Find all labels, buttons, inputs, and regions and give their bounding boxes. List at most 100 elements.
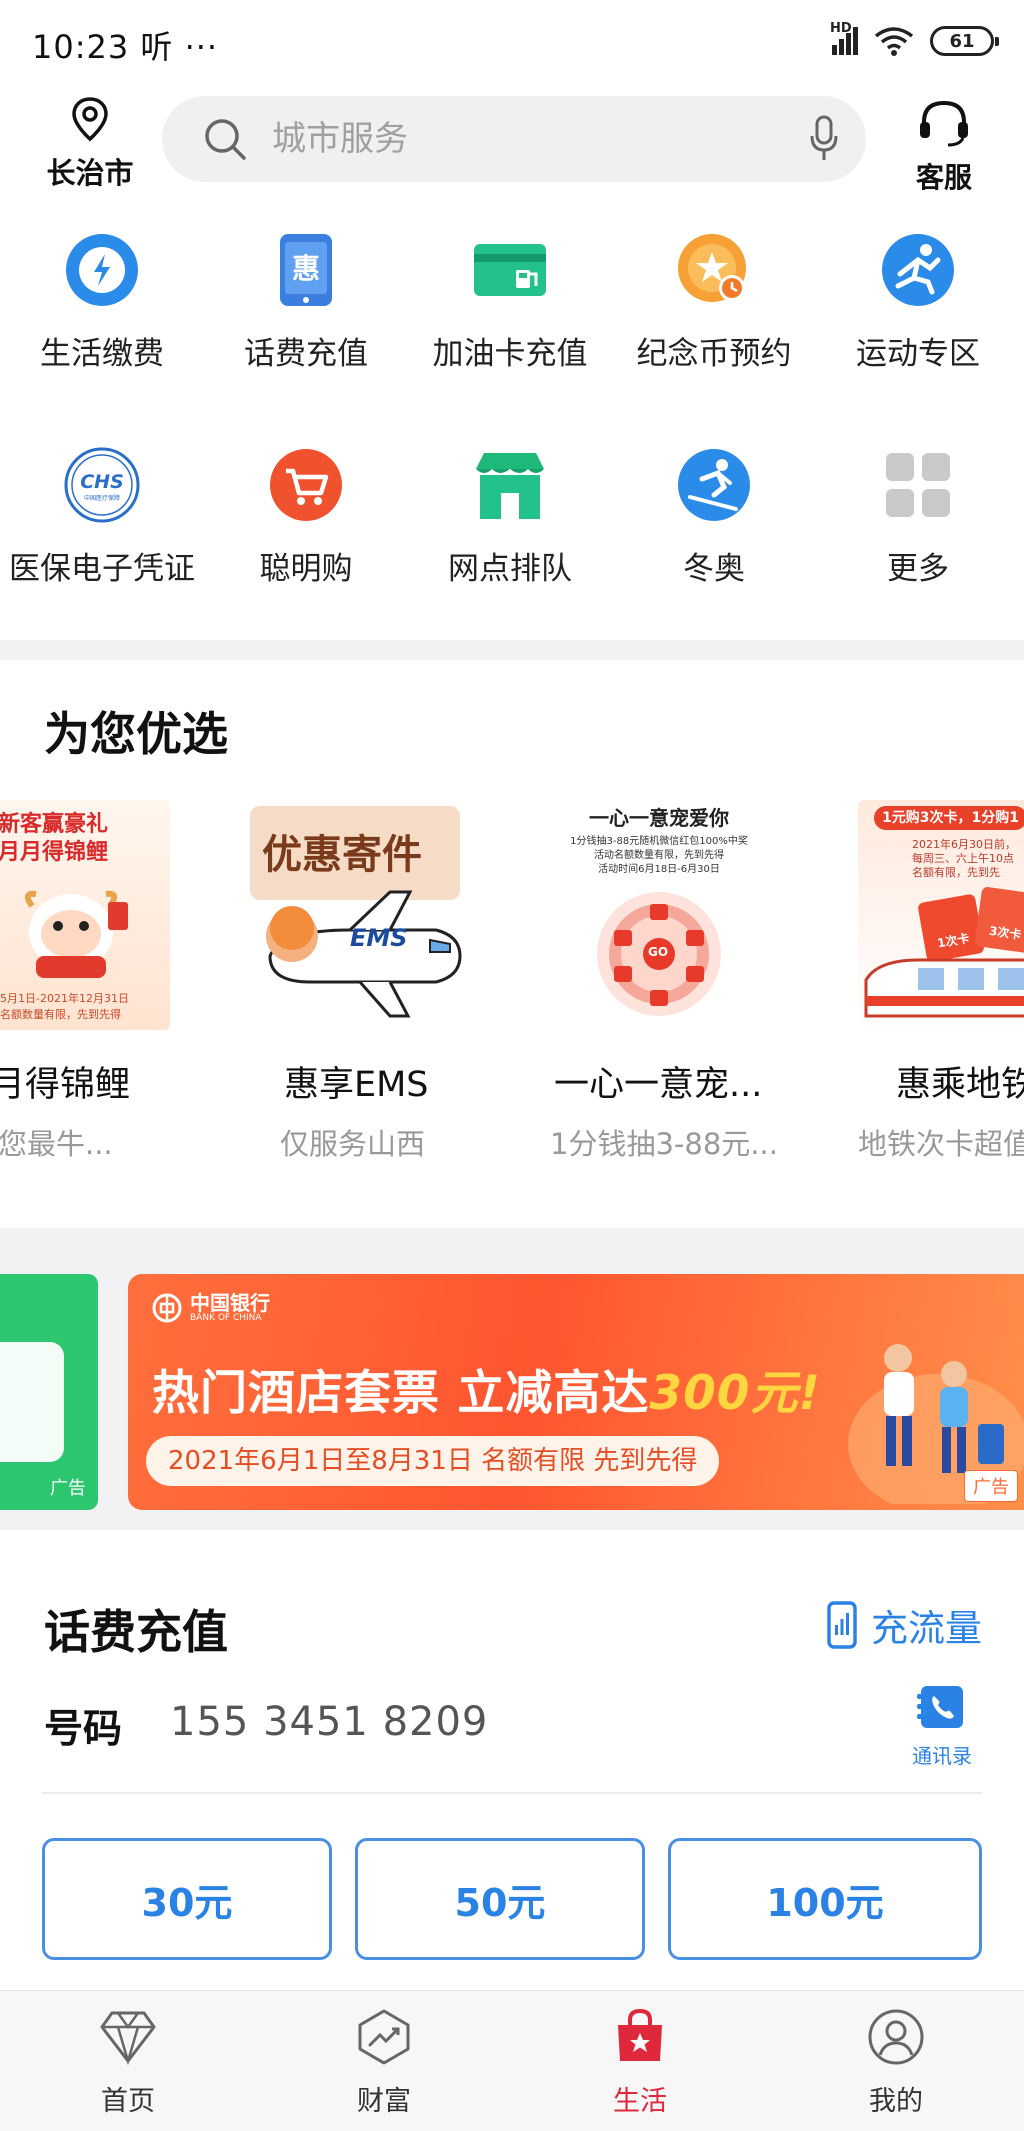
customer-service-button[interactable]: 客服 [904, 98, 984, 196]
ox-mascot-icon [24, 890, 128, 978]
tab-life[interactable]: 生活 [560, 2008, 720, 2118]
pick-card[interactable]: 新客赢豪礼 月月得锦鲤 5月1日-2021年12月31日 名额数量有限，先到先得… [0, 800, 170, 1180]
tab-label: 生活 [613, 2086, 667, 2117]
search-input[interactable] [272, 96, 752, 182]
pick-image: 1元购3次卡，1分购1 2021年6月30日前， 每周三、六上午10点 名额有限… [858, 800, 1024, 1030]
service-label: 运动专区 [856, 336, 980, 372]
service-fuel-card[interactable]: 加油卡充值 [408, 200, 612, 400]
phone-data-icon [827, 1601, 857, 1649]
pick-image: 新客赢豪礼 月月得锦鲤 5月1日-2021年12月31日 名额数量有限，先到先得 [0, 800, 170, 1030]
service-winter-olympics[interactable]: 冬奥 [612, 415, 816, 615]
pick-image-text: 活动时间6月18日-6月30日 [598, 864, 720, 875]
location-label: 长治市 [46, 156, 134, 190]
service-label: 加油卡充值 [432, 336, 588, 372]
search-icon [205, 119, 246, 160]
banner-hotel-promo[interactable]: 中国银行 BANK OF CHINA 热门酒店套票 立减高达300元! 2021… [128, 1274, 1024, 1510]
service-sports[interactable]: 运动专区 [816, 200, 1020, 400]
location-pin-icon [72, 97, 108, 142]
more-grid-icon [886, 453, 950, 517]
shopping-bag-icon [618, 2008, 662, 2061]
service-label: 聪明购 [259, 551, 353, 587]
data-recharge-link[interactable]: 充流量 [827, 1598, 982, 1652]
contacts-button[interactable]: 通讯录 [900, 1682, 984, 1769]
service-label: 网点排队 [448, 551, 572, 587]
pick-card[interactable]: 优惠寄件 EMS 惠享EMS 仅服务山西 [240, 800, 470, 1180]
pick-name: 惠乘地铁 [896, 1065, 1024, 1105]
location-selector[interactable]: 长治市 [40, 96, 140, 192]
battery-indicator: 61 [930, 26, 999, 56]
pick-image-text: 优惠寄件 [262, 832, 422, 878]
service-branch-queue[interactable]: 网点排队 [408, 415, 612, 615]
service-medical-insurance[interactable]: CHS 中国医疗保障 医保电子凭证 [0, 415, 204, 615]
pick-image-text: 1元购3次卡，1分购1 [874, 806, 1024, 830]
chart-up-icon [358, 2009, 410, 2065]
section-title: 为您优选 [44, 707, 228, 761]
service-more[interactable]: 更多 [816, 415, 1020, 615]
wifi-icon [874, 27, 914, 56]
bank-name-cn: 中国银行 [190, 1291, 270, 1315]
tab-label: 财富 [357, 2086, 411, 2117]
bank-logo: 中国银行 BANK OF CHINA [152, 1292, 270, 1324]
service-phone-recharge[interactable]: 惠 话费充值 [204, 200, 408, 400]
contacts-phone-icon [917, 1686, 963, 1728]
service-coin-reservation[interactable]: 纪念币预约 [612, 200, 816, 400]
diamond-icon [100, 2011, 156, 2066]
pick-image-text: EMS [350, 924, 408, 952]
phone-number-input[interactable] [170, 1690, 730, 1754]
amount-50-button[interactable]: 50元 [355, 1838, 645, 1960]
signal-icon: HD [830, 21, 858, 55]
pick-desc: 仅服务山西 [280, 1127, 426, 1161]
services-grid: 生活缴费 惠 话费充值 加油卡充值 纪念币预约 运动专区 CHS 中国医疗保障 … [0, 200, 1024, 640]
status-icons: HD 61 [830, 21, 999, 56]
pick-desc: 参加您最牛... [0, 1127, 113, 1161]
svg-text:CHS: CHS [80, 471, 124, 493]
banner-carousel: 广告 中国银行 BANK OF CHINA 热门酒店套票 立减高达300元! 2… [0, 1228, 1024, 1530]
cart-icon [270, 449, 342, 521]
search-bar[interactable] [162, 96, 866, 182]
svg-text:中国医疗保障: 中国医疗保障 [84, 494, 120, 502]
banner-title-main: 热门酒店套票 立减高达 [152, 1366, 650, 1421]
pick-image-text: 一心一意宠爱你 [589, 806, 729, 830]
phone-hui-icon: 惠 [280, 234, 332, 306]
divider [42, 1792, 982, 1794]
microphone-icon[interactable] [808, 114, 840, 164]
svg-text:惠: 惠 [292, 252, 320, 285]
ski-icon [678, 449, 750, 521]
pick-image: 一心一意宠爱你 1分钱抽3-88元随机微信红包100%中奖 活动名额数量有限，先… [544, 800, 774, 1030]
pick-desc: 地铁次卡超值 [858, 1127, 1024, 1161]
metro-train-icon [864, 958, 1024, 1018]
pick-image-text: 3次卡 [974, 886, 1024, 954]
banner-title-highlight: 300元! [649, 1366, 821, 1421]
tab-home[interactable]: 首页 [48, 2009, 208, 2118]
service-smart-buy[interactable]: 聪明购 [204, 415, 408, 615]
banner-subtitle: 2021年6月1日至8月31日 名额有限 先到先得 [146, 1436, 720, 1486]
bank-name: 中国银行 BANK OF CHINA [190, 1292, 270, 1324]
fuel-card-icon [474, 244, 546, 296]
phone-number-label: 号码 [44, 1707, 123, 1752]
bank-name-en: BANK OF CHINA [190, 1313, 262, 1323]
banner-ad-left[interactable]: 广告 [0, 1274, 98, 1510]
network-type: HD [830, 21, 852, 36]
data-recharge-label: 充流量 [871, 1607, 982, 1650]
banner-title: 热门酒店套票 立减高达300元! [152, 1354, 821, 1423]
status-bar: 10:23 听 ··· HD 61 [0, 0, 1024, 88]
tab-wealth[interactable]: 财富 [304, 2009, 464, 2118]
lightning-icon [66, 234, 138, 306]
phone-recharge-panel: 话费充值 充流量 号码 通讯录 30元 50元 100元 [0, 1530, 1024, 1990]
pick-card[interactable]: 一心一意宠爱你 1分钱抽3-88元随机微信红包100%中奖 活动名额数量有限，先… [544, 800, 778, 1180]
life-page: 10:23 听 ··· HD 61 长治市 城市服务 客服 生活缴费 惠 话费充… [0, 0, 1024, 2131]
service-label: 话费充值 [244, 336, 368, 372]
amount-30-button[interactable]: 30元 [42, 1838, 332, 1960]
service-label: 生活缴费 [40, 336, 164, 372]
pick-name: 月得锦鲤 [0, 1065, 130, 1105]
store-icon [476, 453, 544, 519]
bottom-tab-bar: 首页 财富 生活 我的 [0, 1990, 1024, 2131]
pick-image: 优惠寄件 EMS [240, 800, 470, 1030]
tab-mine[interactable]: 我的 [816, 2009, 976, 2118]
featured-picks: 为您优选 新客赢豪礼 月月得锦鲤 5月1日-2021年12月31日 名额数量有限… [0, 660, 1024, 1821]
amount-100-button[interactable]: 100元 [668, 1838, 982, 1960]
service-life-payment[interactable]: 生活缴费 [0, 200, 204, 400]
pick-card[interactable]: 1元购3次卡，1分购1 2021年6月30日前， 每周三、六上午10点 名额有限… [858, 800, 1024, 1180]
ad-label: 广告 [50, 1478, 86, 1499]
customer-service-label: 客服 [915, 161, 972, 194]
